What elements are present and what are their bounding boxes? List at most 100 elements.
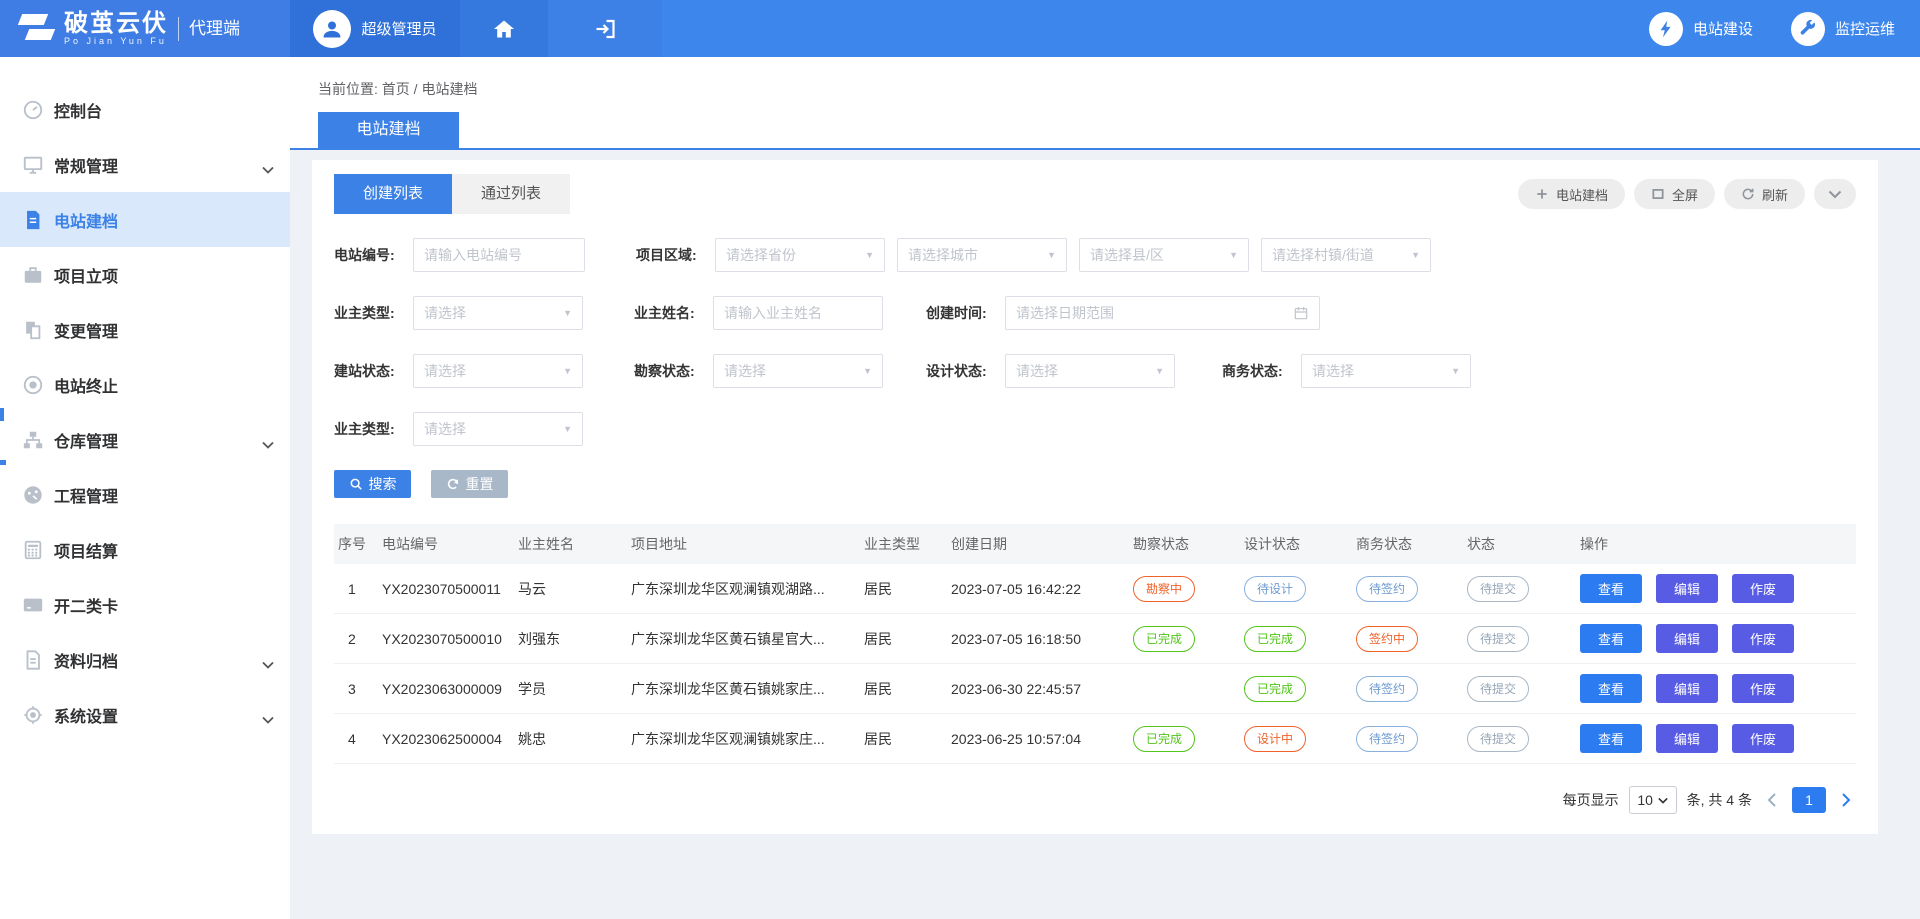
station-code: YX2023070500010 xyxy=(378,631,514,647)
sidebar-item-station-archive[interactable]: 电站建档 xyxy=(0,192,290,247)
station-code-input[interactable]: 请输入电站编号 xyxy=(413,238,585,272)
user-menu[interactable]: 超级管理员 xyxy=(290,0,460,57)
void-button[interactable]: 作废 xyxy=(1732,724,1794,753)
edit-button[interactable]: 编辑 xyxy=(1656,724,1718,753)
breadcrumb-current: 电站建档 xyxy=(421,81,477,97)
station-archive-panel: 创建列表 通过列表 电站建档 全屏 xyxy=(312,160,1878,834)
prev-page-button[interactable] xyxy=(1762,792,1782,808)
sidebar-item-label: 控制台 xyxy=(54,98,102,122)
void-button[interactable]: 作废 xyxy=(1732,674,1794,703)
breadcrumb: 当前位置: 首页 / 电站建档 xyxy=(318,79,1920,99)
search-button[interactable]: 搜索 xyxy=(334,470,411,498)
owner-type: 居民 xyxy=(860,579,947,599)
select-caret-icon: ▼ xyxy=(1155,366,1164,376)
edit-button[interactable]: 编辑 xyxy=(1656,574,1718,603)
business-status-badge: 待签约 xyxy=(1356,676,1418,702)
date-range-input[interactable]: 请选择日期范围 xyxy=(1005,296,1320,330)
total-count-label: 条, 共 4 条 xyxy=(1687,790,1752,810)
created-date: 2023-06-25 10:57:04 xyxy=(947,731,1129,747)
stations-table: 序号 电站编号 业主姓名 项目地址 业主类型 创建日期 勘察状态 设计状态 商务… xyxy=(334,524,1856,764)
view-button[interactable]: 查看 xyxy=(1580,724,1642,753)
chevron-down-icon xyxy=(262,436,274,454)
design-status-select[interactable]: 请选择▼ xyxy=(1005,354,1175,388)
sidebar-item-warehouse-mgmt[interactable]: 仓库管理 xyxy=(0,412,290,467)
list-tabs: 创建列表 通过列表 xyxy=(334,174,570,214)
archive-icon xyxy=(22,649,44,671)
project-address: 广东深圳龙华区观澜镇观湖路... xyxy=(627,579,860,599)
nav-station-build-label: 电站建设 xyxy=(1693,18,1753,39)
per-page-select[interactable]: 10 xyxy=(1629,786,1677,814)
created-date: 2023-06-30 22:45:57 xyxy=(947,681,1129,697)
owner-name-input[interactable]: 请输入业主姓名 xyxy=(713,296,883,330)
sidebar-item-open-type2-card[interactable]: 开二类卡 xyxy=(0,577,290,632)
sidebar-item-label: 开二类卡 xyxy=(54,593,118,617)
wrench-icon xyxy=(1791,12,1825,46)
breadcrumb-home-link[interactable]: 首页 xyxy=(382,81,410,97)
status-badge: 待提交 xyxy=(1467,626,1529,652)
business-status-select[interactable]: 请选择▼ xyxy=(1301,354,1471,388)
station-code: YX2023062500004 xyxy=(378,731,514,747)
view-button[interactable]: 查看 xyxy=(1580,574,1642,603)
reset-button[interactable]: 重置 xyxy=(431,470,508,498)
sidebar-item-change-mgmt[interactable]: 变更管理 xyxy=(0,302,290,357)
page-number-current[interactable]: 1 xyxy=(1792,787,1826,813)
refresh-icon xyxy=(1741,187,1755,201)
void-button[interactable]: 作废 xyxy=(1732,574,1794,603)
tab-create-list[interactable]: 创建列表 xyxy=(334,174,452,214)
business-status-label: 商务状态: xyxy=(1222,361,1301,381)
sidebar-item-project-initiation[interactable]: 项目立项 xyxy=(0,247,290,302)
breadcrumb-separator: / xyxy=(414,81,418,97)
town-select[interactable]: 请选择村镇/街道▼ xyxy=(1261,238,1431,272)
sidebar-item-system-settings[interactable]: 系统设置 xyxy=(0,687,290,742)
document-icon xyxy=(22,209,44,231)
chevron-down-icon xyxy=(262,656,274,674)
survey-status-select[interactable]: 请选择▼ xyxy=(713,354,883,388)
nav-station-build[interactable]: 电站建设 xyxy=(1649,12,1753,46)
business-status-badge: 待签约 xyxy=(1356,726,1418,752)
filter-form: 电站编号: 请输入电站编号 项目区域: 请选择省份▼ 请选择城市▼ xyxy=(334,238,1856,498)
sidebar-item-engineering-mgmt[interactable]: 工程管理 xyxy=(0,467,290,522)
owner-type2-select[interactable]: 请选择▼ xyxy=(413,412,583,446)
user-name: 超级管理员 xyxy=(361,18,436,39)
owner-name: 学员 xyxy=(514,679,627,699)
owner-type-select[interactable]: 请选择▼ xyxy=(413,296,583,330)
sidebar-item-station-termination[interactable]: 电站终止 xyxy=(0,357,290,412)
county-select[interactable]: 请选择县/区▼ xyxy=(1079,238,1249,272)
sidebar-item-console[interactable]: 控制台 xyxy=(0,82,290,137)
brand-title: 破茧云伏 xyxy=(64,11,168,36)
sidebar-item-project-settlement[interactable]: 项目结算 xyxy=(0,522,290,577)
tab-passed-list[interactable]: 通过列表 xyxy=(452,174,570,214)
sidebar-item-label: 系统设置 xyxy=(54,703,118,727)
logout-button[interactable] xyxy=(548,0,662,57)
home-button[interactable] xyxy=(460,0,548,57)
create-station-button[interactable]: 电站建档 xyxy=(1518,179,1625,209)
owner-type: 居民 xyxy=(860,679,947,699)
sidebar-item-data-archive[interactable]: 资料归档 xyxy=(0,632,290,687)
void-button[interactable]: 作废 xyxy=(1732,624,1794,653)
owner-type: 居民 xyxy=(860,629,947,649)
create-time-label: 创建时间: xyxy=(926,303,1005,323)
sidebar-item-label: 资料归档 xyxy=(54,648,118,672)
status-badge: 待提交 xyxy=(1467,576,1529,602)
view-button[interactable]: 查看 xyxy=(1580,674,1642,703)
breadcrumb-prefix: 当前位置: xyxy=(318,81,378,97)
edit-button[interactable]: 编辑 xyxy=(1656,674,1718,703)
sidebar-item-label: 常规管理 xyxy=(54,153,118,177)
next-page-button[interactable] xyxy=(1836,792,1856,808)
collapse-toolbar-button[interactable] xyxy=(1814,179,1856,209)
nav-monitor-ops[interactable]: 监控运维 xyxy=(1791,12,1895,46)
view-button[interactable]: 查看 xyxy=(1580,624,1642,653)
gear-icon xyxy=(22,704,44,726)
province-select[interactable]: 请选择省份▼ xyxy=(715,238,885,272)
refresh-button[interactable]: 刷新 xyxy=(1724,179,1805,209)
city-select[interactable]: 请选择城市▼ xyxy=(897,238,1067,272)
build-status-select[interactable]: 请选择▼ xyxy=(413,354,583,388)
sidebar-item-general-mgmt[interactable]: 常规管理 xyxy=(0,137,290,192)
chevron-left-icon xyxy=(1766,792,1778,808)
main-area: 当前位置: 首页 / 电站建档 电站建档 创建列表 通过列表 电站建档 xyxy=(290,57,1920,919)
project-address: 广东深圳龙华区黄石镇星官大... xyxy=(627,629,860,649)
status-badge: 待提交 xyxy=(1467,726,1529,752)
edit-button[interactable]: 编辑 xyxy=(1656,624,1718,653)
fullscreen-button[interactable]: 全屏 xyxy=(1634,179,1715,209)
sidebar-item-label: 电站建档 xyxy=(54,208,118,232)
